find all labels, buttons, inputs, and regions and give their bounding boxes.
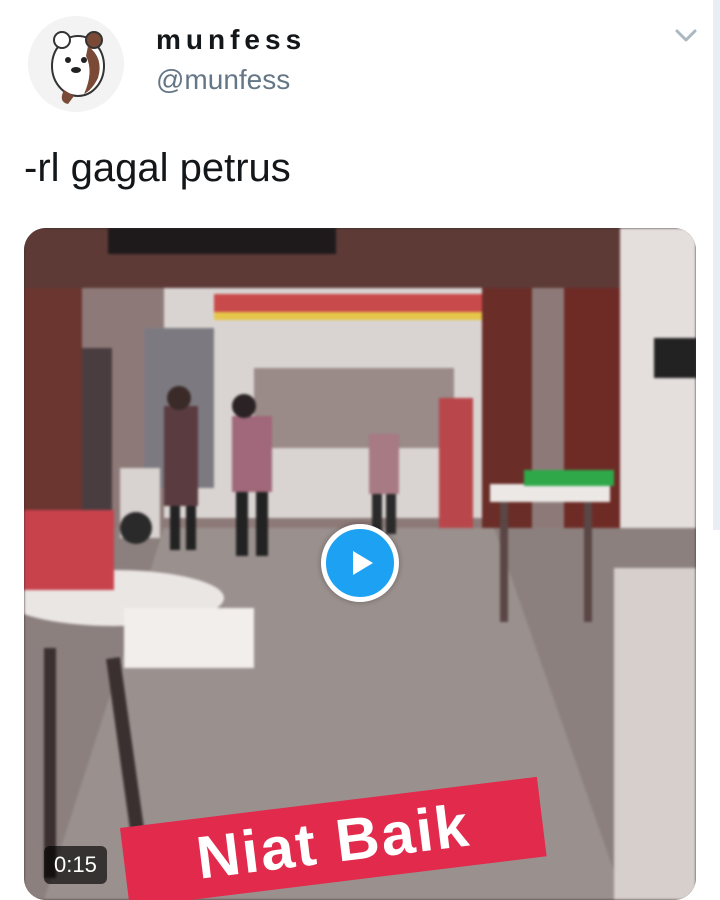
avatar[interactable] [28, 16, 124, 112]
tweet-card: munfess @munfess -rl gagal petrus 0:15 N… [0, 0, 720, 900]
bear-avatar-icon [51, 31, 105, 104]
display-name[interactable]: munfess [156, 24, 306, 56]
play-button[interactable] [321, 524, 399, 602]
video-duration: 0:15 [44, 846, 107, 884]
scrollbar[interactable] [713, 0, 720, 530]
tweet-text: -rl gagal petrus [24, 146, 291, 190]
tweet-menu-button[interactable] [672, 22, 700, 50]
play-icon [353, 551, 373, 575]
video-player[interactable]: 0:15 Niat Baik [24, 228, 696, 900]
user-handle[interactable]: @munfess [156, 64, 290, 96]
chevron-down-icon [675, 29, 697, 42]
